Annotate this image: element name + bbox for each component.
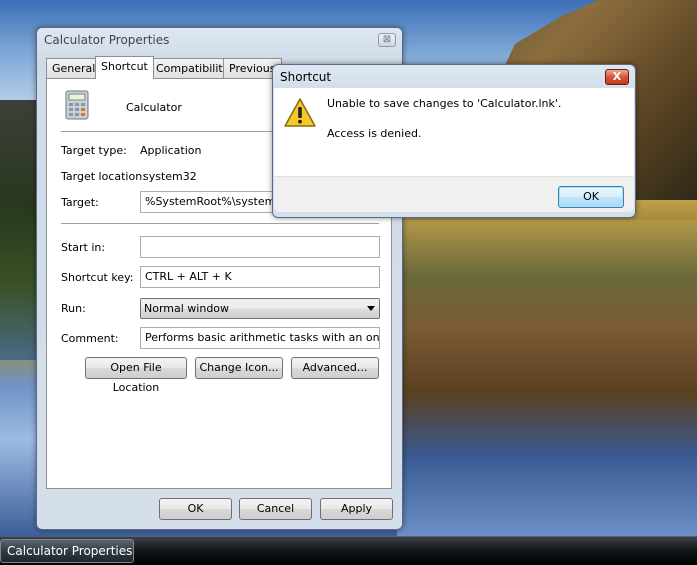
target-label: Target: — [61, 196, 99, 209]
run-select-value: Normal window — [144, 302, 230, 315]
error-detail-text: Access is denied. — [327, 127, 422, 140]
properties-close-button[interactable]: ⊠ — [378, 33, 396, 47]
run-label: Run: — [61, 302, 86, 315]
taskbar-item-calculator-properties[interactable]: Calculator Properties — [0, 539, 134, 563]
cancel-button[interactable]: Cancel — [239, 498, 312, 520]
run-select[interactable]: Normal window — [140, 298, 380, 319]
start-in-input[interactable] — [140, 236, 380, 258]
error-button-bar: OK — [274, 176, 634, 212]
target-location-value: system32 — [143, 170, 197, 183]
error-message-text: Unable to save changes to 'Calculator.ln… — [327, 97, 562, 110]
properties-titlebar[interactable]: Calculator Properties ⊠ — [37, 28, 402, 52]
change-icon-button[interactable]: Change Icon... — [195, 357, 283, 379]
error-message-area: Unable to save changes to 'Calculator.ln… — [274, 88, 634, 176]
shortcut-key-input[interactable]: CTRL + ALT + K — [140, 266, 380, 288]
target-location-label: Target location: — [61, 170, 146, 183]
properties-title: Calculator Properties — [44, 33, 170, 47]
tab-general[interactable]: General — [46, 58, 102, 78]
comment-input[interactable]: Performs basic arithmetic tasks with an … — [140, 327, 380, 349]
apply-button[interactable]: Apply — [320, 498, 393, 520]
error-titlebar[interactable]: Shortcut X — [273, 65, 635, 89]
warning-icon — [284, 98, 316, 127]
ok-button[interactable]: OK — [159, 498, 232, 520]
separator — [61, 223, 379, 225]
target-type-value: Application — [140, 144, 202, 157]
dropdown-arrow-icon — [367, 306, 375, 311]
advanced-button[interactable]: Advanced... — [291, 357, 379, 379]
wallpaper-lake — [397, 218, 697, 536]
open-file-location-button[interactable]: Open File Location — [85, 357, 187, 394]
tab-shortcut[interactable]: Shortcut — [95, 56, 154, 79]
error-close-button[interactable]: X — [605, 69, 629, 85]
comment-label: Comment: — [61, 332, 119, 345]
target-type-label: Target type: — [61, 144, 127, 157]
shortcut-error-dialog: Shortcut X Unable to save changes to 'Ca… — [272, 64, 636, 218]
calculator-icon — [65, 90, 89, 120]
app-name-label: Calculator — [126, 101, 182, 114]
taskbar: Calculator Properties — [0, 536, 697, 565]
start-in-label: Start in: — [61, 241, 106, 254]
error-title: Shortcut — [280, 70, 332, 84]
shortcut-key-label: Shortcut key: — [61, 271, 134, 284]
error-ok-button[interactable]: OK — [558, 186, 624, 208]
